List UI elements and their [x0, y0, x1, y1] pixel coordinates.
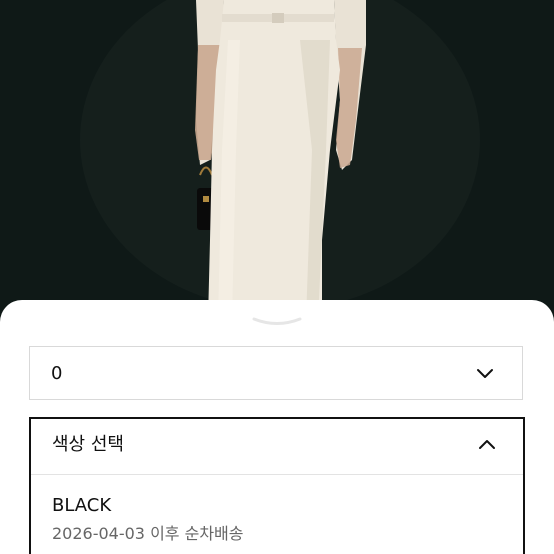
color-option-name: BLACK	[52, 495, 112, 516]
sheet-grabber-icon[interactable]	[250, 316, 304, 326]
screen: 0 색상 선택 BLACK 2026-04-03 이후 순차배송	[0, 0, 554, 554]
chevron-up-icon[interactable]	[478, 438, 496, 452]
quantity-select-value: 0	[51, 363, 63, 384]
product-photo	[0, 0, 554, 320]
chevron-down-icon[interactable]	[476, 366, 494, 380]
color-select-dropdown: 색상 선택 BLACK 2026-04-03 이후 순차배송	[29, 417, 525, 554]
color-select-title: 색상 선택	[52, 434, 124, 455]
option-bottom-sheet: 0 색상 선택 BLACK 2026-04-03 이후 순차배송	[0, 300, 554, 554]
color-option-black[interactable]: BLACK 2026-04-03 이후 순차배송	[31, 476, 523, 554]
color-select-header[interactable]: 색상 선택	[31, 419, 523, 475]
color-option-shipping: 2026-04-03 이후 순차배송	[52, 524, 244, 543]
quantity-select[interactable]: 0	[29, 346, 523, 400]
